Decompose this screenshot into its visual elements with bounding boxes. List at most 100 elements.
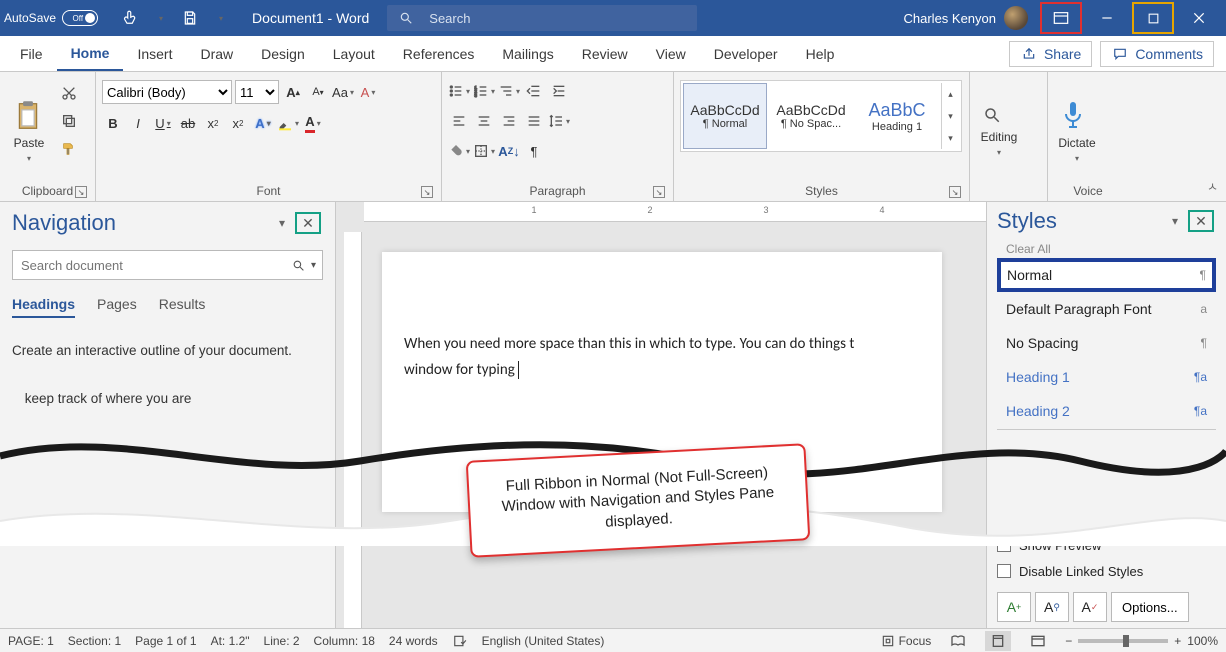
highlight-icon[interactable] (277, 112, 299, 134)
strike-icon[interactable]: ab (177, 112, 199, 134)
grow-font-icon[interactable]: A▴ (282, 81, 304, 103)
underline-icon[interactable]: U (152, 112, 174, 134)
tab-mailings[interactable]: Mailings (488, 36, 567, 71)
print-layout-icon[interactable] (985, 631, 1011, 651)
zoom-slider[interactable] (1078, 639, 1168, 643)
dictate-button[interactable]: Dictate ▾ (1054, 76, 1100, 181)
shading-icon[interactable] (448, 140, 470, 162)
nav-tab-headings[interactable]: Headings (12, 296, 75, 318)
tab-file[interactable]: File (6, 36, 57, 71)
styles-dialog-launcher[interactable]: ↘ (949, 186, 961, 198)
styles-gallery-more[interactable]: ▴▾▾ (941, 83, 959, 149)
style-item-clear-all[interactable]: Clear All (997, 240, 1216, 258)
tab-draw[interactable]: Draw (186, 36, 247, 71)
minimize-button[interactable] (1084, 0, 1130, 36)
clipboard-dialog-launcher[interactable]: ↘ (75, 186, 87, 198)
status-spellcheck-icon[interactable] (452, 634, 468, 648)
user-account[interactable]: Charles Kenyon (904, 6, 1029, 30)
zoom-level[interactable]: 100% (1187, 634, 1218, 648)
tab-review[interactable]: Review (568, 36, 642, 71)
show-preview-checkbox[interactable]: Show Preview (997, 532, 1216, 558)
autosave[interactable]: AutoSave Off (4, 10, 98, 26)
subscript-icon[interactable]: x2 (202, 112, 224, 134)
style-item-default-paragraph-font[interactable]: Default Paragraph Font a (997, 292, 1216, 326)
copy-icon[interactable] (58, 110, 80, 132)
nav-pane-menu[interactable]: ▾ (279, 216, 285, 230)
style-tile-no-spacing[interactable]: AaBbCcDd ¶ No Spac... (769, 83, 853, 149)
status-line[interactable]: Line: 2 (264, 634, 300, 648)
comments-button[interactable]: Comments (1100, 41, 1214, 67)
align-center-icon[interactable] (473, 110, 495, 132)
show-marks-icon[interactable]: ¶ (523, 140, 545, 162)
tab-help[interactable]: Help (792, 36, 849, 71)
focus-mode[interactable]: Focus (881, 634, 932, 648)
align-right-icon[interactable] (498, 110, 520, 132)
cut-icon[interactable] (58, 82, 80, 104)
style-item-heading-1[interactable]: Heading 1 ¶a (997, 360, 1216, 394)
decrease-indent-icon[interactable] (523, 80, 545, 102)
sort-icon[interactable]: AZ↓ (498, 140, 520, 162)
styles-pane-menu[interactable]: ▾ (1172, 214, 1178, 228)
tab-insert[interactable]: Insert (123, 36, 186, 71)
zoom-control[interactable]: − + 100% (1065, 634, 1218, 648)
new-style-button[interactable]: A+ (997, 592, 1031, 622)
format-painter-icon[interactable] (58, 138, 80, 160)
justify-icon[interactable] (523, 110, 545, 132)
style-item-heading-2[interactable]: Heading 2 ¶a (997, 394, 1216, 428)
editing-button[interactable]: Editing ▾ (976, 76, 1022, 181)
align-left-icon[interactable] (448, 110, 470, 132)
tab-references[interactable]: References (389, 36, 489, 71)
paste-button[interactable]: Paste ▾ (6, 76, 52, 181)
status-words[interactable]: 24 words (389, 634, 438, 648)
ribbon-display-options-button[interactable] (1038, 0, 1084, 36)
save-icon[interactable] (176, 4, 204, 32)
tab-developer[interactable]: Developer (700, 36, 792, 71)
bold-icon[interactable]: B (102, 112, 124, 134)
close-button[interactable] (1176, 0, 1222, 36)
increase-indent-icon[interactable] (548, 80, 570, 102)
status-column[interactable]: Column: 18 (314, 634, 375, 648)
italic-icon[interactable]: I (127, 112, 149, 134)
web-layout-icon[interactable] (1025, 631, 1051, 651)
status-page-of[interactable]: Page 1 of 1 (135, 634, 196, 648)
styles-gallery[interactable]: AaBbCcDd ¶ Normal AaBbCcDd ¶ No Spac... … (680, 80, 962, 152)
bullets-icon[interactable] (448, 80, 470, 102)
style-item-normal[interactable]: Normal ¶ (997, 258, 1216, 292)
text-effects-icon[interactable]: A (252, 112, 274, 134)
styles-options-button[interactable]: Options... (1111, 592, 1189, 622)
font-name-select[interactable]: Calibri (Body) (102, 80, 232, 104)
paragraph-dialog-launcher[interactable]: ↘ (653, 186, 665, 198)
touch-mode-dropdown[interactable] (146, 4, 174, 32)
status-language[interactable]: English (United States) (482, 634, 605, 648)
read-mode-icon[interactable] (945, 631, 971, 651)
nav-search[interactable]: ▾ (12, 250, 323, 280)
nav-pane-close[interactable]: ✕ (293, 210, 323, 236)
collapse-ribbon-icon[interactable]: ㅅ (1207, 178, 1218, 195)
line-spacing-icon[interactable] (548, 110, 570, 132)
font-dialog-launcher[interactable]: ↘ (421, 186, 433, 198)
tab-view[interactable]: View (642, 36, 700, 71)
tab-layout[interactable]: Layout (319, 36, 389, 71)
autosave-toggle[interactable]: Off (62, 10, 98, 26)
status-section[interactable]: Section: 1 (68, 634, 121, 648)
styles-pane-close[interactable]: ✕ (1186, 208, 1216, 234)
style-item-no-spacing[interactable]: No Spacing ¶ (997, 326, 1216, 360)
style-tile-heading1[interactable]: AaBbC Heading 1 (855, 83, 939, 149)
font-size-select[interactable]: 11 (235, 80, 279, 104)
change-case-icon[interactable]: Aa (332, 81, 354, 103)
share-button[interactable]: Share (1009, 41, 1092, 67)
tab-home[interactable]: Home (57, 36, 124, 71)
font-color-icon[interactable]: A (302, 112, 324, 134)
qat-customize-dropdown[interactable] (206, 4, 234, 32)
nav-search-dropdown[interactable]: ▾ (311, 260, 316, 271)
nav-search-input[interactable] (13, 258, 286, 273)
nav-tab-results[interactable]: Results (159, 296, 206, 318)
manage-styles-button[interactable]: A✓ (1073, 592, 1107, 622)
search-icon[interactable] (292, 259, 305, 272)
search-box[interactable]: Search (387, 5, 697, 31)
disable-linked-checkbox[interactable]: Disable Linked Styles (997, 558, 1216, 584)
clear-formatting-icon[interactable]: A (357, 81, 379, 103)
zoom-out-icon[interactable]: − (1065, 634, 1072, 648)
style-inspector-button[interactable]: A⚲ (1035, 592, 1069, 622)
borders-icon[interactable] (473, 140, 495, 162)
